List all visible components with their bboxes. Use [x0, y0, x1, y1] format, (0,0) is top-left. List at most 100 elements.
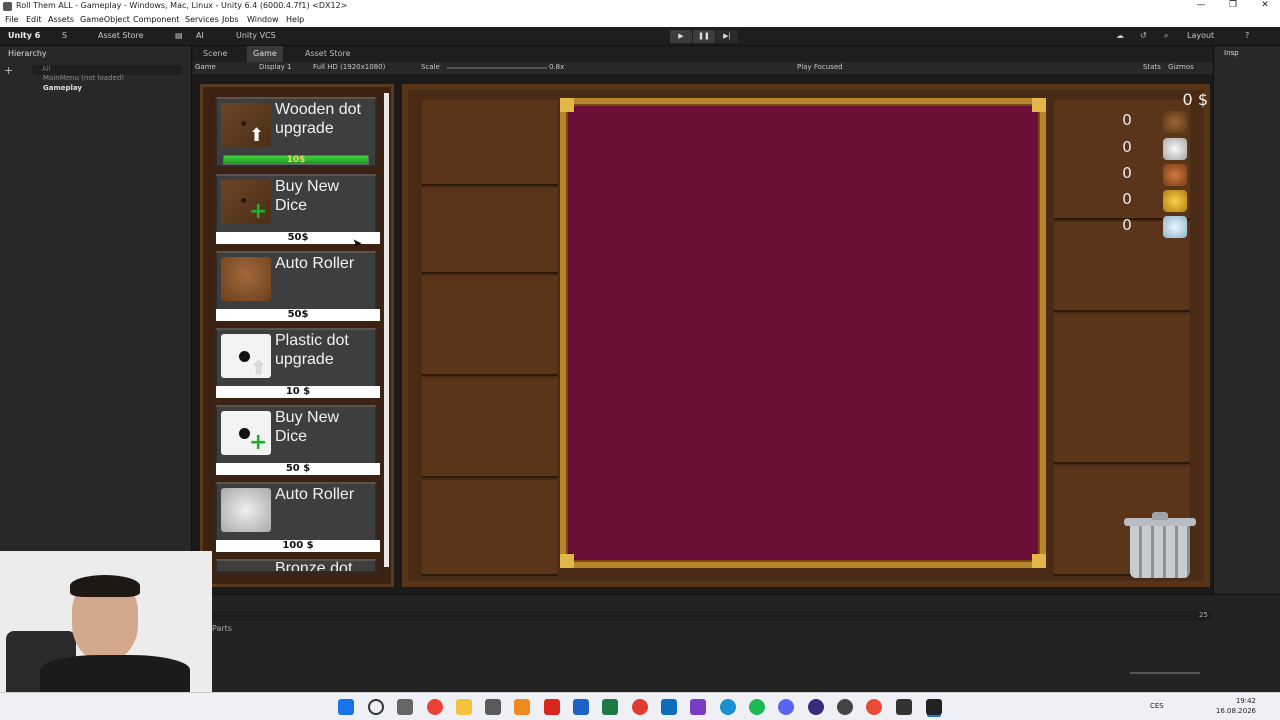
- tab-asset-store[interactable]: Asset Store: [299, 46, 357, 62]
- shop-item-plastic-dot-upgrade[interactable]: ⬆ Plastic dot upgrade 10 $: [215, 328, 380, 398]
- language-indicator[interactable]: CES: [1150, 702, 1164, 710]
- help-icon[interactable]: ?: [1245, 31, 1249, 40]
- window-title: Roll Them ALL - Gameplay - Windows, Mac,…: [16, 1, 348, 10]
- excel-icon[interactable]: [602, 699, 618, 715]
- dice-tray[interactable]: [560, 98, 1046, 568]
- user-button[interactable]: S: [62, 31, 67, 40]
- add-icon[interactable]: +: [4, 64, 13, 77]
- bronze-roller-icon: [1163, 164, 1187, 186]
- edge-icon[interactable]: [720, 699, 736, 715]
- history-icon[interactable]: ↺: [1140, 31, 1147, 40]
- shop-item-name: Buy New Dice: [275, 409, 340, 445]
- search-icon[interactable]: [368, 699, 384, 715]
- scale-slider[interactable]: [447, 67, 547, 69]
- plus-icon: +: [249, 199, 268, 224]
- clock-time[interactable]: 19:42: [1226, 697, 1256, 705]
- spotify-icon[interactable]: [749, 699, 765, 715]
- play-button[interactable]: ▶: [670, 30, 692, 43]
- menu-jobs[interactable]: Jobs: [222, 15, 239, 24]
- shop-item-price: 50 $: [216, 463, 380, 475]
- shop-item-name: Plastic dot upgrade: [275, 332, 349, 368]
- cloud-icon[interactable]: ☁: [1116, 31, 1124, 40]
- stats-button[interactable]: Stats: [1143, 63, 1161, 71]
- acrobat-icon[interactable]: [544, 699, 560, 715]
- plastic-die-icon: ⬆: [221, 334, 271, 378]
- menu-edit[interactable]: Edit: [26, 15, 42, 24]
- menu-component[interactable]: Component: [133, 15, 179, 24]
- file-explorer-icon[interactable]: [456, 699, 472, 715]
- plastic-die-icon: +: [221, 411, 271, 455]
- obs-icon[interactable]: [808, 699, 824, 715]
- shop-item-auto-roller-plastic[interactable]: Auto Roller 100 $: [215, 482, 380, 552]
- maximize-button[interactable]: ❐: [1218, 0, 1248, 13]
- menu-window[interactable]: Window: [247, 15, 279, 24]
- shop-panel: ⬆ Wooden dot upgrade 10$ + Buy New Dice …: [200, 84, 394, 587]
- account-button[interactable]: Unity 6: [8, 31, 40, 40]
- tab-game[interactable]: Game: [247, 46, 283, 62]
- counter-value: 0: [1122, 111, 1132, 129]
- visual-studio-icon[interactable]: [690, 699, 706, 715]
- github-icon[interactable]: [837, 699, 853, 715]
- shop-item-name: Wooden dot upgrade: [275, 101, 361, 137]
- hair-shape: [70, 575, 140, 597]
- hierarchy-item[interactable]: MainMenu (not loaded): [43, 74, 124, 82]
- display-dropdown[interactable]: Display 1: [259, 63, 291, 71]
- wooden-bucket-icon: [221, 257, 271, 301]
- menu-file[interactable]: File: [5, 15, 18, 24]
- hierarchy-item[interactable]: Gameplay: [43, 84, 82, 92]
- tab-inspector[interactable]: Insp: [1218, 46, 1245, 62]
- unity-editor-icon[interactable]: [926, 699, 942, 715]
- word-icon[interactable]: [573, 699, 589, 715]
- shop-item-name: Auto Roller: [275, 486, 355, 503]
- unity-hub-icon[interactable]: [896, 699, 912, 715]
- step-button[interactable]: ▶|: [716, 30, 738, 43]
- zoom-slider[interactable]: [1130, 672, 1200, 674]
- wooden-bucket-icon: [1163, 111, 1187, 133]
- shop-item-buy-wooden-dice[interactable]: + Buy New Dice 50$: [215, 174, 380, 244]
- resolution-dropdown[interactable]: Full HD (1920x1080): [313, 63, 385, 71]
- task-view-icon[interactable]: [397, 699, 413, 715]
- pause-button[interactable]: ❚❚: [693, 30, 715, 43]
- play-focused-dropdown[interactable]: Play Focused: [797, 63, 843, 71]
- vcs-button[interactable]: Unity VCS: [236, 31, 276, 40]
- corner-ornament: [560, 554, 574, 568]
- minimize-button[interactable]: —: [1186, 0, 1216, 13]
- start-icon[interactable]: [338, 699, 354, 715]
- clock-date[interactable]: 16.08.2026: [1206, 707, 1256, 715]
- gold-roller-icon: [1163, 190, 1187, 212]
- search-icon[interactable]: ⌕: [1164, 31, 1168, 41]
- gizmos-dropdown[interactable]: Gizmos: [1168, 63, 1194, 71]
- menu-services[interactable]: Services: [185, 15, 219, 24]
- outlook-icon[interactable]: [661, 699, 677, 715]
- folder-label: Parts: [212, 624, 232, 633]
- menu-gameobject[interactable]: GameObject: [80, 15, 130, 24]
- tab-hierarchy[interactable]: Hierarchy: [2, 46, 53, 62]
- item-count: 25: [1199, 611, 1208, 619]
- shop-item-wooden-dot-upgrade[interactable]: ⬆ Wooden dot upgrade 10$: [215, 97, 377, 167]
- discord-icon[interactable]: [778, 699, 794, 715]
- counter-value: 0: [1122, 164, 1132, 182]
- tab-scene[interactable]: Scene: [197, 46, 234, 62]
- shop-scrollbar[interactable]: [384, 93, 389, 567]
- vlc-icon[interactable]: [514, 699, 530, 715]
- close-button[interactable]: ✕: [1250, 0, 1280, 13]
- shop-item-auto-roller-wood[interactable]: Auto Roller 50$: [215, 251, 380, 321]
- game-mode-dropdown[interactable]: Game: [195, 63, 216, 71]
- pdf-reader-icon[interactable]: [632, 699, 648, 715]
- game-toolbar: Game Display 1 Full HD (1920x1080) Scale…: [193, 62, 1213, 74]
- chrome-alt-icon[interactable]: [866, 699, 882, 715]
- menu-assets[interactable]: Assets: [48, 15, 74, 24]
- wood-plank: [422, 378, 558, 478]
- shop-item-bronze-dot-upgrade[interactable]: Bronze dot: [215, 559, 377, 573]
- trash-icon[interactable]: ▤: [175, 31, 183, 40]
- ai-button[interactable]: AI: [196, 31, 204, 40]
- asset-store-button[interactable]: Asset Store: [98, 31, 144, 40]
- chrome-icon[interactable]: [427, 699, 443, 715]
- shop-item-name: Buy New Dice: [275, 178, 340, 214]
- menu-help[interactable]: Help: [286, 15, 304, 24]
- project-search-input[interactable]: [212, 611, 1212, 621]
- layout-dropdown[interactable]: Layout: [1187, 31, 1214, 40]
- trash-can-icon[interactable]: [1124, 512, 1196, 578]
- store-icon[interactable]: [485, 699, 501, 715]
- shop-item-buy-plastic-dice[interactable]: + Buy New Dice 50 $: [215, 405, 380, 475]
